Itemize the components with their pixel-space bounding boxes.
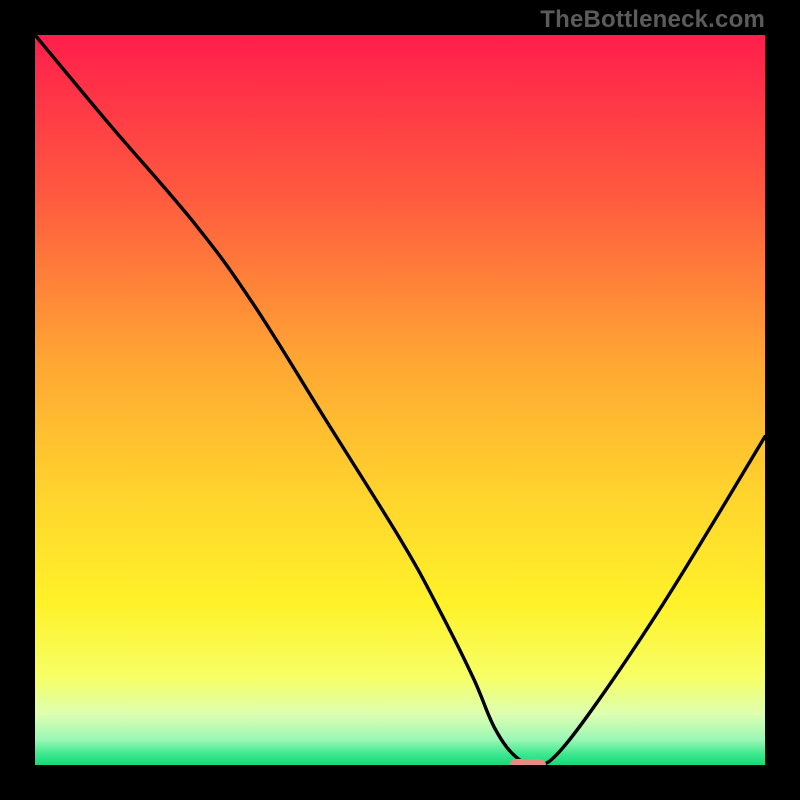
bottleneck-curve [35,35,765,765]
optimal-marker [510,759,547,765]
watermark-text: TheBottleneck.com [540,6,765,34]
chart-frame: TheBottleneck.com [0,0,800,800]
plot-area [35,35,765,765]
